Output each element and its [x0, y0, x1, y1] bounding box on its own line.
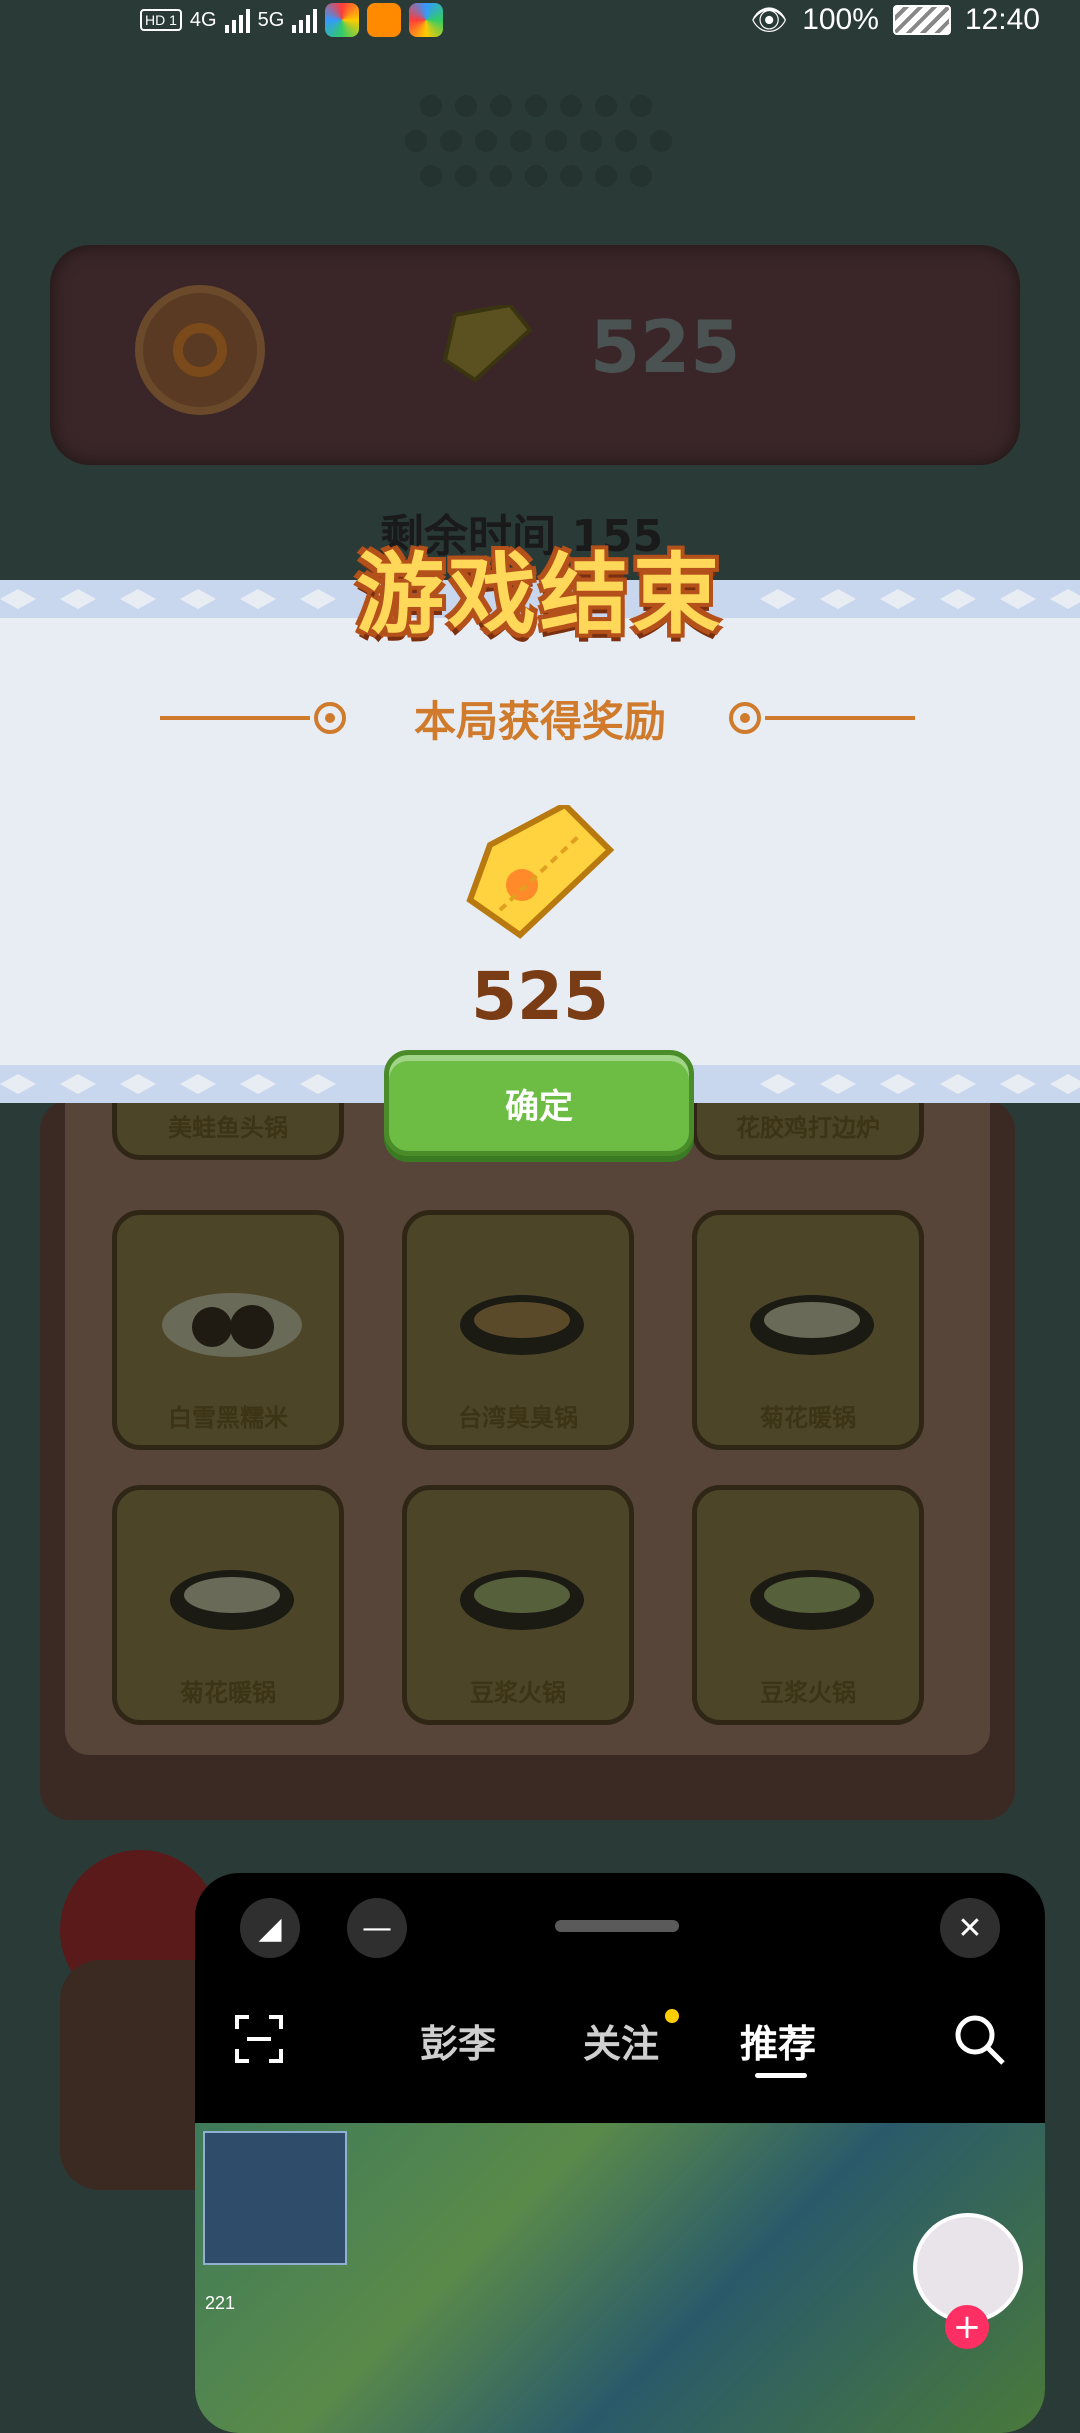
status-bar: HD 1 4G 5G 👁 100% 12:40 [0, 0, 1080, 40]
eye-icon: 👁 [750, 3, 789, 37]
follow-notification-dot [665, 2009, 679, 2023]
dish-label: 花胶鸡打边炉 [736, 1114, 880, 1142]
confirm-button[interactable]: 确定 [384, 1050, 694, 1156]
drag-handle[interactable] [555, 1920, 679, 1932]
active-tab-indicator [755, 2073, 807, 2078]
app-icon-colorful-2 [409, 3, 444, 37]
hotpot-icon [750, 1570, 874, 1630]
signal-icon [224, 7, 250, 33]
reward-title: 本局获得奖励 [413, 697, 666, 746]
video-tabs: 彭李 关注 推荐 [195, 1983, 1045, 2093]
app-icon-colorful [325, 3, 360, 37]
hotpot-icon [460, 1295, 584, 1355]
battery-percent: 100% [802, 3, 879, 36]
hotpot-icon [460, 1570, 584, 1630]
dish-label: 豆浆火锅 [470, 1679, 566, 1707]
board-inner: 美蛙鱼头锅 花胶鸡打边炉 白雪黑糯米 台湾臭臭锅 菊花暖锅 菊花暖锅 豆浆火锅 [65, 1010, 990, 1755]
hotpot-icon [170, 1570, 294, 1630]
score-value: 525 [590, 305, 741, 389]
dish-label: 菊花暖锅 [760, 1404, 856, 1432]
dish-label: 白雪黑糯米 [168, 1404, 288, 1432]
dish-tile[interactable]: 台湾臭臭锅 [402, 1210, 634, 1450]
dish-label: 美蛙鱼头锅 [168, 1114, 288, 1142]
tab-recommend[interactable]: 推荐 [740, 2013, 816, 2068]
dish-label: 菊花暖锅 [180, 1679, 276, 1707]
ticket-reward-icon [466, 805, 615, 939]
game-over-title: 游戏结束 [355, 543, 724, 646]
reward-amount: 525 [471, 958, 609, 1035]
close-icon[interactable]: ✕ [940, 1898, 1000, 1958]
video-gold-count: 221 [205, 2293, 236, 2313]
power-icon[interactable] [135, 285, 265, 415]
dish-label: 豆浆火锅 [760, 1679, 856, 1707]
expand-icon[interactable]: ◢ [240, 1898, 300, 1958]
status-right: 👁 100% 12:40 [750, 0, 1040, 40]
dish-board: 美蛙鱼头锅 花胶鸡打边炉 白雪黑糯米 台湾臭臭锅 菊花暖锅 菊花暖锅 豆浆火锅 [40, 1010, 1015, 1820]
rice-bowl-icon [162, 1293, 302, 1357]
search-icon[interactable] [953, 2013, 1007, 2067]
hotpot-icon [750, 1295, 874, 1355]
ticket-icon [442, 305, 533, 383]
signal-icon-2 [292, 7, 318, 33]
right-ornament-icon [729, 702, 915, 734]
floating-video-window[interactable]: ◢ — ✕ 彭李 关注 推荐 221 + [195, 1873, 1045, 2433]
status-left: HD 1 4G 5G [140, 0, 444, 40]
score-bar: 525 [50, 245, 1020, 465]
dish-label: 台湾臭臭锅 [458, 1404, 578, 1432]
app-icon-play [367, 3, 402, 37]
decorative-dots [400, 90, 680, 190]
battery-icon [892, 5, 951, 35]
network-4g: 4G [189, 8, 217, 31]
dish-tile[interactable]: 菊花暖锅 [112, 1485, 344, 1725]
dish-tile[interactable]: 白雪黑糯米 [112, 1210, 344, 1450]
tab-penglee[interactable]: 彭李 [420, 2013, 496, 2068]
network-5g: 5G [257, 8, 285, 31]
hd-badge-1: HD 1 [140, 9, 182, 31]
dish-tile[interactable]: 豆浆火锅 [402, 1485, 634, 1725]
follow-plus-icon[interactable]: + [945, 2305, 989, 2349]
dish-tile[interactable]: 菊花暖锅 [692, 1210, 924, 1450]
minimap [203, 2131, 347, 2265]
dish-tile[interactable]: 豆浆火锅 [692, 1485, 924, 1725]
minimize-icon[interactable]: — [347, 1898, 407, 1958]
tab-follow[interactable]: 关注 [583, 2013, 659, 2068]
scan-icon[interactable] [233, 2013, 285, 2065]
clock: 12:40 [964, 3, 1040, 36]
